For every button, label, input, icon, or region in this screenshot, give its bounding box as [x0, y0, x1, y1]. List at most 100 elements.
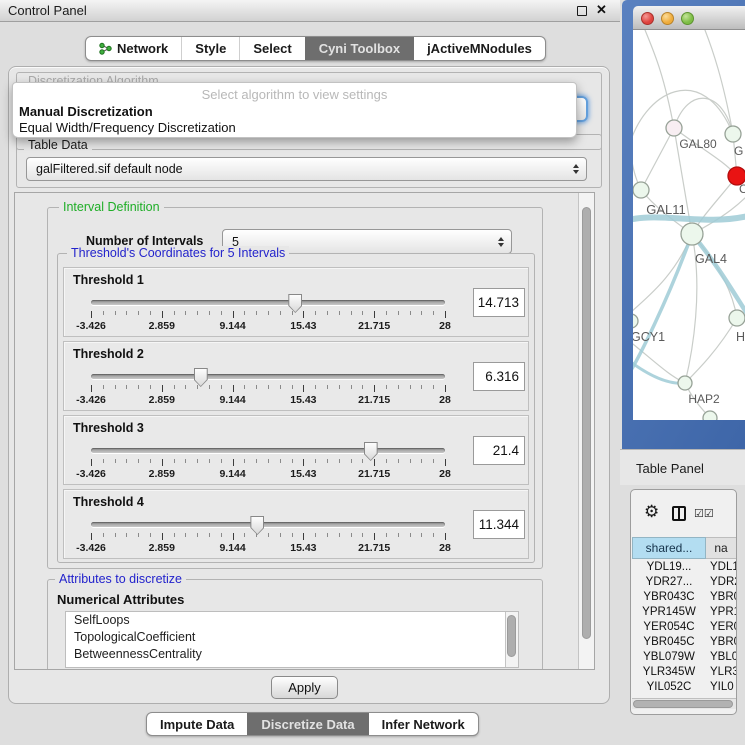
- table-data-select[interactable]: galFiltered.sif default node: [26, 157, 587, 181]
- table-panel-title: Table Panel: [636, 461, 704, 476]
- node-label: H: [736, 330, 745, 344]
- table-data-value: galFiltered.sif default node: [36, 162, 183, 176]
- threshold-slider[interactable]: -3.4262.8599.14415.4321.71528: [91, 516, 445, 558]
- threshold-2-box: Threshold 2-3.4262.8599.14415.4321.71528…: [63, 341, 529, 411]
- table-row[interactable]: YBR045CYBR0: [632, 634, 737, 649]
- settings-scroll-pane: Interval Definition Number of Intervals …: [14, 192, 595, 670]
- attributes-group-title: Attributes to discretize: [55, 572, 186, 586]
- tab-label: Impute Data: [160, 717, 234, 732]
- node-label: GAL11: [646, 202, 686, 217]
- list-scrollbar[interactable]: [505, 612, 518, 667]
- tab-jactivemnodules[interactable]: jActiveMNodules: [413, 37, 545, 60]
- threshold-label: Threshold 3: [73, 421, 144, 435]
- table-row[interactable]: YBL079WYBL0: [632, 649, 737, 664]
- split-columns-icon[interactable]: [672, 506, 686, 521]
- threshold-slider[interactable]: -3.4262.8599.14415.4321.71528: [91, 368, 445, 410]
- slider-track[interactable]: [91, 300, 445, 305]
- table-hscrollbar-thumb[interactable]: [633, 700, 733, 708]
- cell-name: YPR1: [706, 605, 737, 620]
- select-columns-icon[interactable]: ☑☑: [694, 507, 714, 520]
- network-node[interactable]: [633, 314, 638, 328]
- float-window-icon[interactable]: [577, 6, 587, 16]
- table-horizontal-scrollbar[interactable]: [632, 698, 737, 709]
- tab-select[interactable]: Select: [239, 37, 304, 60]
- slider-track[interactable]: [91, 522, 445, 527]
- table-row[interactable]: YLR345WYLR3: [632, 664, 737, 679]
- slider-ticks: [91, 385, 445, 393]
- slider-ticks: [91, 459, 445, 467]
- close-icon[interactable]: ✕: [596, 2, 607, 18]
- tab-label: Infer Network: [382, 717, 465, 732]
- table-row[interactable]: YIL052CYIL0: [632, 679, 737, 694]
- cell-name: YDL1: [706, 560, 737, 575]
- cell-name: YBR0: [706, 634, 737, 649]
- cell-name: YDR2: [706, 575, 737, 590]
- network-window-titlebar: [633, 6, 745, 30]
- threshold-value-field[interactable]: 11.344: [473, 510, 525, 539]
- cell-shared-name: YIL052C: [632, 679, 706, 694]
- threshold-value-field[interactable]: 21.4: [473, 436, 525, 465]
- network-node[interactable]: [703, 411, 717, 420]
- table-row[interactable]: YBR043CYBR0: [632, 590, 737, 605]
- threshold-slider[interactable]: -3.4262.8599.14415.4321.71528: [91, 442, 445, 484]
- tab-label: Select: [253, 41, 291, 56]
- threshold-value-field[interactable]: 14.713: [473, 288, 525, 317]
- bottom-tab-infer-network[interactable]: Infer Network: [368, 713, 478, 735]
- apply-button[interactable]: Apply: [271, 676, 338, 699]
- minimize-traffic-light-icon[interactable]: [661, 12, 674, 25]
- interval-definition-title: Interval Definition: [59, 200, 164, 214]
- dropdown-option-equal-width[interactable]: Equal Width/Frequency Discretization: [19, 120, 236, 135]
- column-header-name[interactable]: na: [706, 537, 737, 559]
- table-data-group-title: Table Data: [24, 138, 92, 152]
- threshold-1-box: Threshold 1-3.4262.8599.14415.4321.71528…: [63, 267, 529, 337]
- cell-shared-name: YPR145W: [632, 605, 706, 620]
- network-node[interactable]: [666, 120, 682, 136]
- network-graph: GAL80GAL11GAL4GCY1HAP2GCH: [633, 30, 745, 420]
- tab-label: Cyni Toolbox: [319, 41, 400, 56]
- zoom-traffic-light-icon[interactable]: [681, 12, 694, 25]
- node-label: G: [734, 144, 743, 158]
- bottom-tab-discretize-data[interactable]: Discretize Data: [247, 713, 367, 735]
- table-row[interactable]: YER054CYER0: [632, 620, 737, 635]
- threshold-slider[interactable]: -3.4262.8599.14415.4321.71528: [91, 294, 445, 336]
- table-row[interactable]: YDR27...YDR2: [632, 575, 737, 590]
- tab-label: Network: [117, 41, 168, 56]
- threshold-4-box: Threshold 4-3.4262.8599.14415.4321.71528…: [63, 489, 529, 559]
- slider-tick-labels: -3.4262.8599.14415.4321.71528: [91, 394, 445, 406]
- column-header-shared-name[interactable]: shared...: [632, 537, 706, 559]
- slider-track[interactable]: [91, 374, 445, 379]
- table-panel-titlebar: Table Panel: [620, 449, 745, 485]
- close-traffic-light-icon[interactable]: [641, 12, 654, 25]
- network-node[interactable]: [681, 223, 703, 245]
- bottom-tab-impute-data[interactable]: Impute Data: [147, 713, 247, 735]
- network-node[interactable]: [729, 310, 745, 326]
- tab-style[interactable]: Style: [181, 37, 239, 60]
- network-node[interactable]: [633, 182, 649, 198]
- attribute-item-betweennesscentrality[interactable]: BetweennessCentrality: [66, 646, 518, 663]
- settings-scrollbar-thumb[interactable]: [582, 207, 591, 639]
- gear-icon[interactable]: ⚙: [644, 503, 659, 520]
- network-canvas[interactable]: GAL80GAL11GAL4GCY1HAP2GCH: [633, 30, 745, 420]
- attribute-item-selfloops[interactable]: SelfLoops: [66, 612, 518, 629]
- slider-track[interactable]: [91, 448, 445, 453]
- slider-ticks: [91, 311, 445, 319]
- network-node[interactable]: [678, 376, 692, 390]
- cell-name: YBL0: [706, 649, 737, 664]
- cell-shared-name: YBL079W: [632, 649, 706, 664]
- table-row[interactable]: YDL19...YDL1: [632, 560, 737, 575]
- threshold-value-field[interactable]: 6.316: [473, 362, 525, 391]
- cell-shared-name: YLR345W: [632, 664, 706, 679]
- table-row[interactable]: YPR145WYPR1: [632, 605, 737, 620]
- list-scrollbar-thumb[interactable]: [507, 615, 516, 657]
- slider-tick-labels: -3.4262.8599.14415.4321.71528: [91, 542, 445, 554]
- dropdown-option-manual[interactable]: Manual Discretization: [19, 104, 153, 119]
- network-node[interactable]: [725, 126, 741, 142]
- tab-cyni-toolbox[interactable]: Cyni Toolbox: [305, 37, 413, 60]
- settings-scrollbar[interactable]: [578, 193, 594, 669]
- node-label: C: [739, 182, 745, 196]
- cell-shared-name: YBR045C: [632, 634, 706, 649]
- cell-shared-name: YER054C: [632, 620, 706, 635]
- attribute-item-topologicalcoefficient[interactable]: TopologicalCoefficient: [66, 629, 518, 646]
- cell-name: YBR0: [706, 590, 737, 605]
- tab-network[interactable]: Network: [86, 37, 181, 60]
